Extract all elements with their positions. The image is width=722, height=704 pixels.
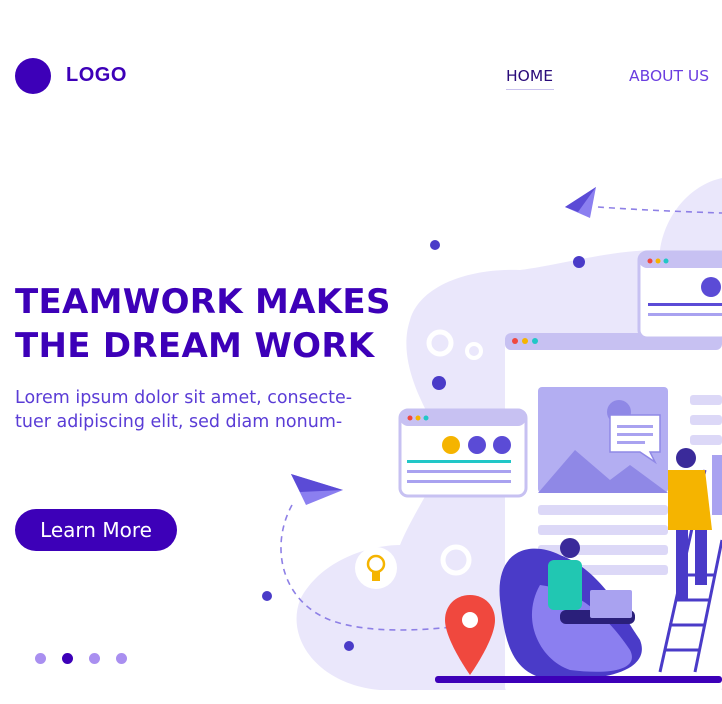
paper-plane-icon-2 [291,474,343,505]
paper-plane-icon [565,187,596,218]
logo-circle[interactable] [15,58,51,94]
browser-window-icon [398,408,528,498]
laptop-icon [590,590,632,618]
lightbulb-icon [355,547,397,589]
browser-window-icon-2 [637,250,722,340]
pagination-dot-2[interactable] [62,653,73,664]
pagination-dots [35,653,127,664]
pagination-dot-4[interactable] [116,653,127,664]
nav-home-link[interactable]: HOME [506,67,553,85]
pagination-dot-1[interactable] [35,653,46,664]
nav-about-link[interactable]: ABOUT US [629,67,709,85]
nav-home-underline [506,89,554,90]
logo-text[interactable]: LOGO [66,64,127,87]
hero-illustration [262,178,722,693]
pagination-dot-3[interactable] [89,653,100,664]
learn-more-button[interactable]: Learn More [15,509,177,551]
